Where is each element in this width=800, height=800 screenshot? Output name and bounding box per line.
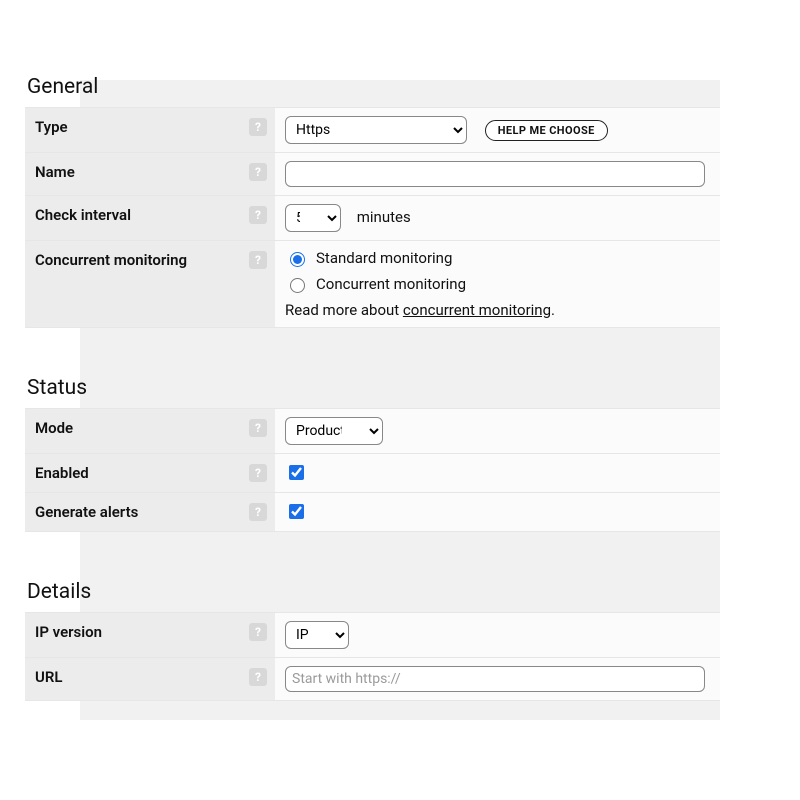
row-url: URL ? <box>25 658 720 701</box>
label-url: URL <box>35 668 63 686</box>
section-title-details: Details <box>27 580 720 604</box>
general-table: Type ? Https HELP ME CHOOSE Name ? <box>25 107 720 328</box>
label-cell-interval: Check interval ? <box>25 196 275 241</box>
type-select[interactable]: Https <box>285 116 467 144</box>
interval-unit: minutes <box>357 208 411 226</box>
input-cell-alerts <box>275 493 720 532</box>
row-enabled: Enabled ? <box>25 454 720 493</box>
section-status: Status Mode ? Production Enabled ? <box>25 376 720 532</box>
url-input[interactable] <box>285 666 705 692</box>
label-cell-type: Type ? <box>25 108 275 153</box>
radio-concurrent-label: Concurrent monitoring <box>316 275 466 293</box>
label-generate-alerts: Generate alerts <box>35 503 138 521</box>
label-cell-name: Name ? <box>25 153 275 196</box>
radio-row-concurrent: Concurrent monitoring <box>285 275 710 293</box>
input-cell-type: Https HELP ME CHOOSE <box>275 108 720 153</box>
status-table: Mode ? Production Enabled ? <box>25 408 720 532</box>
section-title-general: General <box>27 75 720 99</box>
input-cell-mode: Production <box>275 409 720 454</box>
row-generate-alerts: Generate alerts ? <box>25 493 720 532</box>
name-input[interactable] <box>285 161 705 187</box>
help-icon[interactable]: ? <box>249 206 267 224</box>
row-ip-version: IP version ? IPv4 <box>25 613 720 658</box>
ip-version-select[interactable]: IPv4 <box>285 621 349 649</box>
label-cell-url: URL ? <box>25 658 275 701</box>
radio-row-standard: Standard monitoring <box>285 249 710 267</box>
row-mode: Mode ? Production <box>25 409 720 454</box>
input-cell-name <box>275 153 720 196</box>
details-table: IP version ? IPv4 URL ? <box>25 612 720 701</box>
radio-standard-label: Standard monitoring <box>316 249 452 267</box>
row-name: Name ? <box>25 153 720 196</box>
readmore-text: Read more about concurrent monitoring. <box>285 301 710 319</box>
label-cell-concurrent: Concurrent monitoring ? <box>25 241 275 328</box>
readmore-prefix: Read more about <box>285 301 403 319</box>
help-icon[interactable]: ? <box>249 623 267 641</box>
help-icon[interactable]: ? <box>249 118 267 136</box>
mode-select[interactable]: Production <box>285 417 383 445</box>
help-icon[interactable]: ? <box>249 251 267 269</box>
input-cell-enabled <box>275 454 720 493</box>
label-enabled: Enabled <box>35 464 89 482</box>
help-icon[interactable]: ? <box>249 163 267 181</box>
input-cell-url <box>275 658 720 701</box>
help-icon[interactable]: ? <box>249 419 267 437</box>
row-type: Type ? Https HELP ME CHOOSE <box>25 108 720 153</box>
row-concurrent: Concurrent monitoring ? Standard monitor… <box>25 241 720 328</box>
section-details: Details IP version ? IPv4 URL ? <box>25 580 720 701</box>
help-me-choose-button[interactable]: HELP ME CHOOSE <box>485 120 608 141</box>
help-icon[interactable]: ? <box>249 464 267 482</box>
label-mode: Mode <box>35 419 73 437</box>
input-cell-concurrent: Standard monitoring Concurrent monitorin… <box>275 241 720 328</box>
label-concurrent: Concurrent monitoring <box>35 251 187 269</box>
form-content: General Type ? Https HELP ME CHOOSE Name… <box>0 0 720 701</box>
input-cell-interval: 5 minutes <box>275 196 720 241</box>
row-check-interval: Check interval ? 5 minutes <box>25 196 720 241</box>
label-cell-alerts: Generate alerts ? <box>25 493 275 532</box>
section-general: General Type ? Https HELP ME CHOOSE Name… <box>25 75 720 328</box>
help-icon[interactable]: ? <box>249 503 267 521</box>
label-cell-mode: Mode ? <box>25 409 275 454</box>
readmore-link[interactable]: concurrent monitoring <box>403 301 551 319</box>
label-cell-enabled: Enabled ? <box>25 454 275 493</box>
section-title-status: Status <box>27 376 720 400</box>
label-check-interval: Check interval <box>35 206 131 224</box>
radio-standard[interactable] <box>290 252 305 267</box>
readmore-suffix: . <box>551 301 555 319</box>
interval-select[interactable]: 5 <box>285 204 341 232</box>
alerts-checkbox[interactable] <box>289 504 304 519</box>
label-cell-ip: IP version ? <box>25 613 275 658</box>
input-cell-ip: IPv4 <box>275 613 720 658</box>
label-ip-version: IP version <box>35 623 102 641</box>
label-name: Name <box>35 163 75 181</box>
enabled-checkbox[interactable] <box>289 465 304 480</box>
label-type: Type <box>35 118 68 136</box>
help-icon[interactable]: ? <box>249 668 267 686</box>
radio-concurrent[interactable] <box>290 278 305 293</box>
